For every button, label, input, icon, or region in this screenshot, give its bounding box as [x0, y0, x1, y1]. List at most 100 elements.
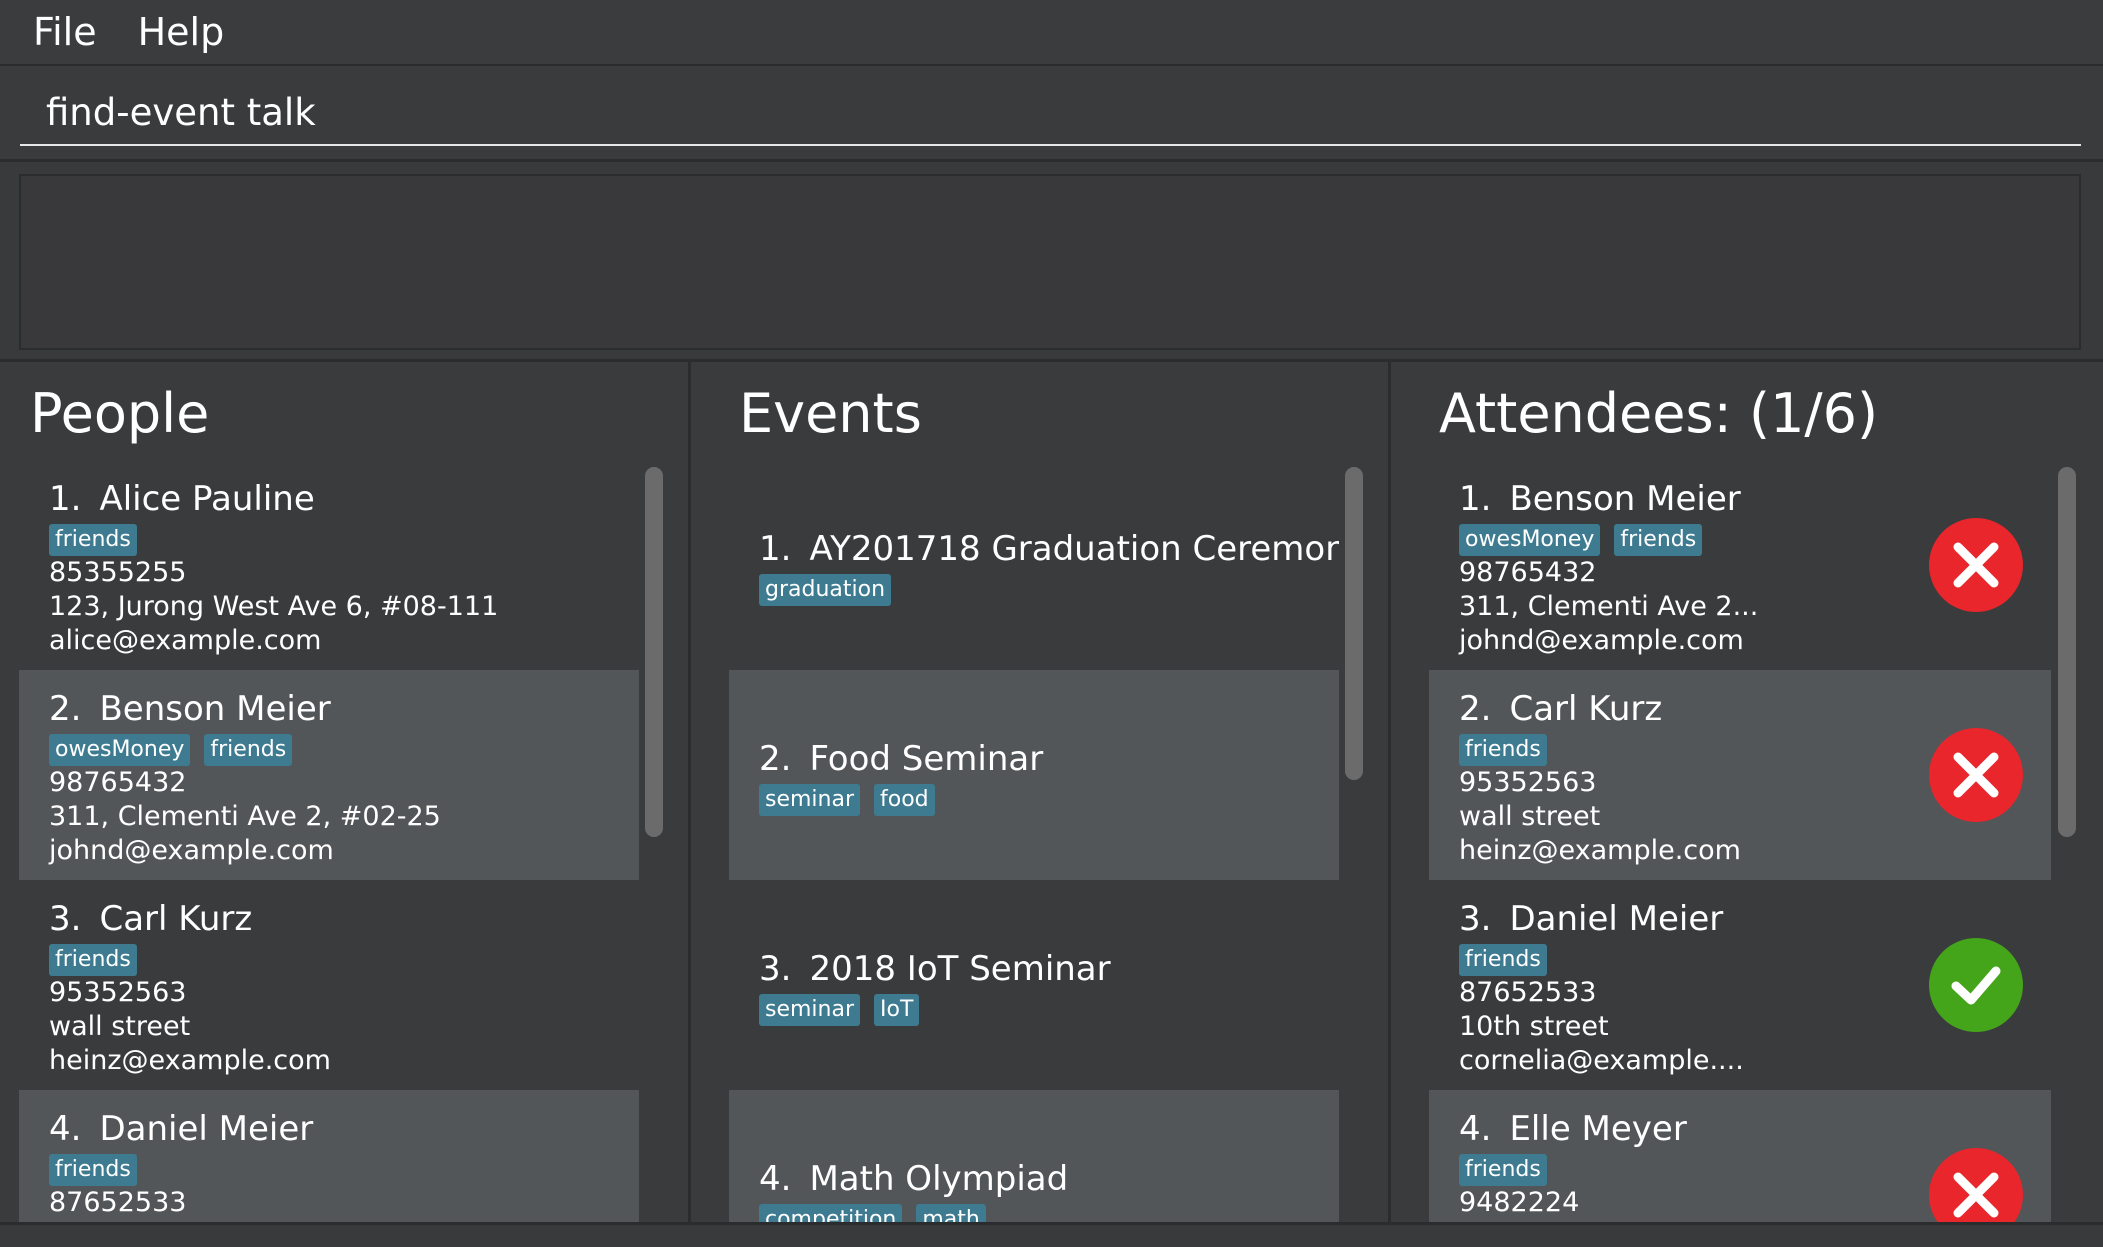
people-phone: 85355255 [49, 557, 187, 588]
people-email: alice@example.com [49, 625, 322, 656]
people-name-text: Carl Kurz [99, 899, 253, 939]
tag-label: math [916, 1204, 986, 1222]
people-name: 1. Alice Pauline [49, 478, 639, 520]
people-address: 311, Clementi Ave 2, #02-25 [49, 801, 441, 832]
events-list[interactable]: 1. AY201718 Graduation Ceremony graduation… [729, 460, 1339, 1222]
attendees-card[interactable]: 1. Benson Meier owesMoney friends 98765432 31… [1429, 460, 2051, 670]
event-tags: seminar IoT [759, 994, 1339, 1026]
attendees-name: 3. Daniel Meier [1459, 898, 2051, 940]
attendees-email: johnd@example.com [1459, 625, 1744, 656]
tag-label: friends [1459, 944, 1547, 976]
attendees-index: 4. [1459, 1109, 1492, 1149]
event-name: 4. Math Olympiad [759, 1158, 1339, 1200]
people-card[interactable]: 3. Carl Kurz friends 95352563 wall street hei… [19, 880, 639, 1090]
people-index: 4. [49, 1109, 82, 1149]
attendees-name: 2. Carl Kurz [1459, 688, 2051, 730]
people-card[interactable]: 4.Daniel Meierfriends8765253310th street [19, 1090, 639, 1222]
people-scrollbar[interactable] [645, 467, 663, 837]
people-tags: owesMoney friends [49, 734, 639, 766]
people-email: heinz@example.com [49, 1045, 331, 1076]
people-name-text: Benson Meier [99, 689, 331, 729]
attendees-card[interactable]: 2. Carl Kurz friends 95352563 wall street hei… [1429, 670, 2051, 880]
attendees-card[interactable]: 3. Daniel Meier friends 87652533 10th street… [1429, 880, 2051, 1090]
attendees-index: 1. [1459, 479, 1492, 519]
attendees-index: 3. [1459, 899, 1492, 939]
event-index: 3. [759, 949, 792, 989]
event-card[interactable]: 1. AY201718 Graduation Ceremony graduation [729, 460, 1339, 670]
people-name: 2. Benson Meier [49, 688, 639, 730]
tag-label: friends [49, 524, 137, 556]
event-index: 2. [759, 739, 792, 779]
attendees-index: 2. [1459, 689, 1492, 729]
people-name-text: Daniel Meier [99, 1109, 314, 1149]
people-name: 4. Daniel Meier [49, 1108, 639, 1150]
people-name: 3. Carl Kurz [49, 898, 639, 940]
event-tags: graduation [759, 574, 1339, 606]
people-card[interactable]: 2. Benson Meier owesMoney friends 98765432 31… [19, 670, 639, 880]
event-tags: seminar food [759, 784, 1339, 816]
event-tags: competition math [759, 1204, 1339, 1222]
attendees-name: 4. Elle Meyer [1459, 1108, 2051, 1150]
tag-label: graduation [759, 574, 892, 606]
attendees-panel: Attendees: (1/6) 1. Benson Meier owesMoney… [1391, 362, 2103, 1242]
command-input[interactable] [20, 80, 2081, 146]
tag-label: friends [49, 944, 137, 976]
tag-label: owesMoney [49, 734, 191, 766]
tag-label: seminar [759, 994, 861, 1026]
event-name-text: AY201718 Graduation Ceremony [809, 529, 1339, 569]
menu-file[interactable]: File [33, 0, 97, 65]
attendees-name-text: Benson Meier [1509, 479, 1741, 519]
attendees-name-text: Carl Kurz [1509, 689, 1663, 729]
attendees-scrollbar[interactable] [2058, 467, 2076, 837]
people-email: johnd@example.com [49, 835, 334, 866]
event-name-text: Food Seminar [809, 739, 1044, 779]
event-name: 1. AY201718 Graduation Ceremony [759, 528, 1339, 570]
tag-label: food [874, 784, 935, 816]
attendees-email: heinz@example.com [1459, 835, 1741, 866]
attendees-name-text: Daniel Meier [1509, 899, 1724, 939]
attendees-card[interactable]: 4. Elle Meyer friends 9482224 [1429, 1090, 2051, 1222]
result-area [0, 162, 2103, 362]
check-icon[interactable] [1929, 938, 2023, 1032]
people-panel: People 1. Alice Pauline friends 85355255 123… [0, 362, 688, 1242]
tag-label: friends [1614, 524, 1703, 556]
menu-bar: File Help [0, 0, 2103, 66]
people-index: 2. [49, 689, 82, 729]
attendees-name: 1. Benson Meier [1459, 478, 2051, 520]
people-index: 1. [49, 479, 82, 519]
cross-icon[interactable] [1929, 518, 2023, 612]
tag-label: IoT [874, 994, 920, 1026]
attendees-email: cornelia@example.... [1459, 1045, 1744, 1076]
event-name: 2. Food Seminar [759, 738, 1339, 780]
people-name-text: Alice Pauline [99, 479, 315, 519]
events-panel: Events 1. AY201718 Graduation Ceremony gra… [691, 362, 1388, 1242]
tag-label: seminar [759, 784, 861, 816]
people-list[interactable]: 1. Alice Pauline friends 85355255 123, Juron… [19, 460, 639, 1222]
people-index: 3. [49, 899, 82, 939]
attendees-panel-title: Attendees: (1/6) [1439, 382, 1879, 445]
command-box [0, 66, 2103, 162]
tag-label: friends [1459, 734, 1547, 766]
menu-help[interactable]: Help [138, 0, 225, 65]
event-name-text: 2018 IoT Seminar [809, 949, 1111, 989]
people-phone: 87652533 [49, 1187, 187, 1218]
event-card[interactable]: 2. Food Seminar seminar food [729, 670, 1339, 880]
people-phone: 98765432 [49, 767, 187, 798]
tag-label: friends [204, 734, 293, 766]
status-bar [0, 1222, 2103, 1247]
attendees-name-text: Elle Meyer [1509, 1109, 1687, 1149]
result-display [19, 174, 2081, 350]
event-card[interactable]: 3. 2018 IoT Seminar seminar IoT [729, 880, 1339, 1090]
event-name-text: Math Olympiad [809, 1159, 1069, 1199]
attendees-list[interactable]: 1. Benson Meier owesMoney friends 98765432 31… [1429, 460, 2051, 1222]
tag-label: owesMoney [1459, 524, 1601, 556]
people-address: 123, Jurong West Ave 6, #08-111 [49, 591, 499, 622]
events-scrollbar[interactable] [1345, 467, 1363, 780]
people-tags: friends [49, 524, 639, 556]
event-card[interactable]: 4. Math Olympiad competition math [729, 1090, 1339, 1222]
people-panel-title: People [30, 382, 210, 445]
event-name: 3. 2018 IoT Seminar [759, 948, 1339, 990]
tag-label: friends [1459, 1154, 1547, 1186]
cross-icon[interactable] [1929, 728, 2023, 822]
people-card[interactable]: 1. Alice Pauline friends 85355255 123, Juron… [19, 460, 639, 670]
